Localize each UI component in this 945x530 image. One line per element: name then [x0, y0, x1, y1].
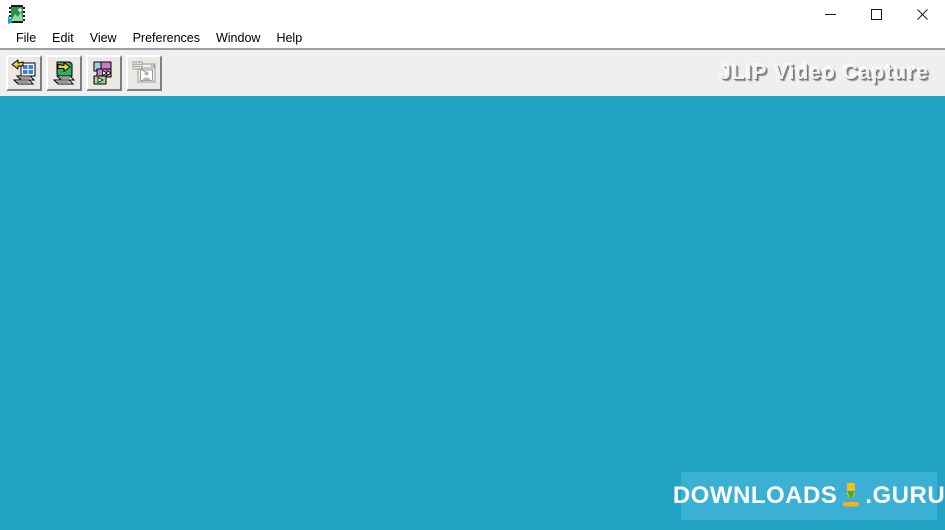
menu-file[interactable]: File: [8, 29, 44, 47]
toolbar: JLIP Video Capture: [0, 48, 945, 96]
toolbar-capture-video-button[interactable]: [86, 55, 122, 91]
menu-bar: File Edit View Preferences Window Help: [0, 28, 945, 48]
title-bar: [0, 0, 945, 28]
menu-view[interactable]: View: [82, 29, 125, 47]
window-controls: [807, 0, 945, 28]
menu-window[interactable]: Window: [208, 29, 268, 47]
close-button[interactable]: [899, 0, 945, 28]
export-image-icon: [52, 61, 76, 85]
video-capture-client-area[interactable]: DOWNLOADS .GURU: [0, 96, 945, 530]
minimize-button[interactable]: [807, 0, 853, 28]
menu-preferences[interactable]: Preferences: [125, 29, 208, 47]
capture-window-person-icon: [132, 61, 156, 83]
watermark-text-right: .GURU: [865, 482, 945, 509]
application-window: File Edit View Preferences Window Help J…: [0, 0, 945, 530]
toolbar-capture-still-button[interactable]: [126, 55, 162, 91]
toolbar-export-button[interactable]: [46, 55, 82, 91]
app-banner-title: JLIP Video Capture: [719, 61, 929, 84]
download-arrow-icon: [838, 481, 864, 511]
downloads-guru-watermark: DOWNLOADS .GURU: [673, 472, 945, 520]
toolbar-button-group: [0, 55, 162, 91]
toolbar-import-button[interactable]: [6, 55, 42, 91]
maximize-button[interactable]: [853, 0, 899, 28]
import-image-icon: [11, 59, 36, 85]
menu-edit[interactable]: Edit: [44, 29, 82, 47]
video-frames-play-icon: [93, 61, 112, 85]
jlip-video-capture-app-icon[interactable]: [6, 3, 28, 25]
watermark-text-left: DOWNLOADS: [672, 482, 838, 509]
menu-help[interactable]: Help: [268, 29, 310, 47]
